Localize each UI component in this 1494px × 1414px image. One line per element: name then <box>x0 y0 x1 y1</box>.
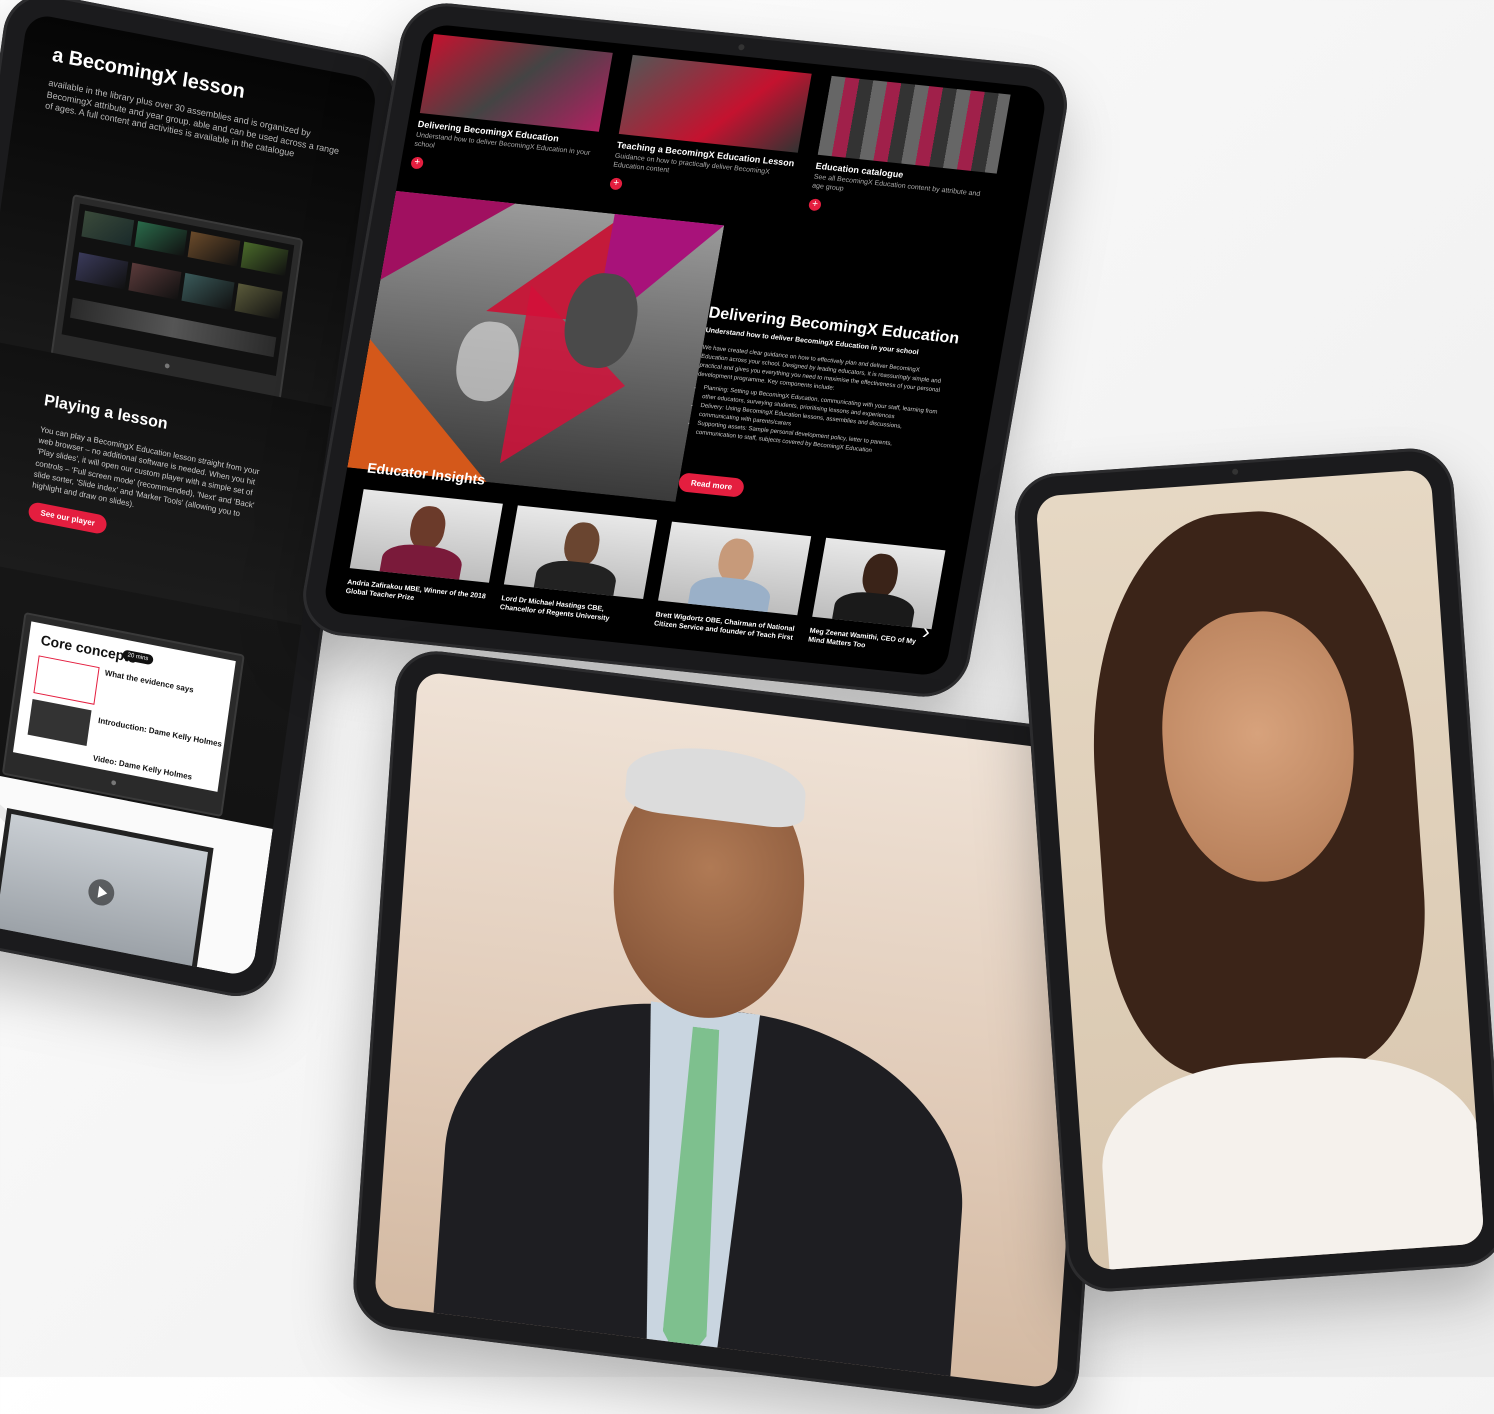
right-tablet <box>1011 445 1494 1295</box>
library-monitor-screen <box>61 203 295 376</box>
see-player-button[interactable]: See our player <box>27 501 108 536</box>
insight-name: Brett Wigdortz OBE, Chairman of National… <box>653 611 795 642</box>
video-monitor <box>0 807 214 977</box>
top-tablet-screen: Delivering BecomingX Education Understan… <box>321 23 1049 677</box>
insight-name: Lord Dr Michael Hastings CBE, Chancellor… <box>499 595 610 623</box>
bottom-tablet <box>350 646 1124 1414</box>
play-icon[interactable] <box>86 877 116 908</box>
card-teaching[interactable]: Teaching a BecomingX Education Lesson Gu… <box>608 54 812 208</box>
apple-logo-icon: ● <box>109 776 118 790</box>
video-frame <box>0 813 208 971</box>
video-subject-top <box>1095 1047 1485 1271</box>
right-tablet-screen <box>1035 469 1485 1271</box>
bottom-tablet-screen <box>373 670 1101 1390</box>
plus-icon[interactable]: + <box>608 177 624 191</box>
video-heading: Video: Dame Kelly Holmes <box>92 753 193 782</box>
insight-card[interactable]: Lord Dr Michael Hastings CBE, Chancellor… <box>497 505 658 638</box>
card-catalogue[interactable]: Education catalogue See all BecomingX Ed… <box>807 75 1011 229</box>
read-more-button[interactable]: Read more <box>677 472 746 498</box>
top-tablet: Delivering BecomingX Education Understan… <box>296 0 1074 701</box>
apple-logo-icon: ● <box>163 359 172 373</box>
insight-card[interactable]: Meg Zeenat Wamithi, CEO of My Mind Matte… <box>805 537 946 669</box>
evidence-heading: What the evidence says <box>104 668 195 695</box>
core-monitor-screen: Core concepts 20 mins What the evidence … <box>12 621 236 792</box>
intro-thumb <box>27 698 92 747</box>
card-image <box>419 34 613 132</box>
evidence-thumb <box>33 655 100 705</box>
insight-name: Andria Zafirakou MBE, Winner of the 2018… <box>345 579 487 603</box>
hero-image <box>347 190 725 502</box>
card-image <box>817 75 1011 174</box>
insight-photo <box>812 537 946 630</box>
insight-card[interactable]: Brett Wigdortz OBE, Chairman of National… <box>651 521 812 655</box>
hero-body: We have created clear guidance on how to… <box>687 344 947 462</box>
insight-photo <box>658 521 812 616</box>
plus-icon[interactable]: + <box>807 198 822 212</box>
insight-card[interactable]: Andria Zafirakou MBE, Winner of the 2018… <box>343 489 503 622</box>
intro-heading: Introduction: Dame Kelly Holmes <box>97 715 223 749</box>
insight-name: Meg Zeenat Wamithi, CEO of My Mind Matte… <box>807 627 917 650</box>
card-image <box>618 54 812 153</box>
plus-icon[interactable]: + <box>410 156 425 170</box>
insight-photo <box>503 505 658 599</box>
card-delivering[interactable]: Delivering BecomingX Education Understan… <box>410 34 613 187</box>
insight-photo <box>349 489 503 583</box>
